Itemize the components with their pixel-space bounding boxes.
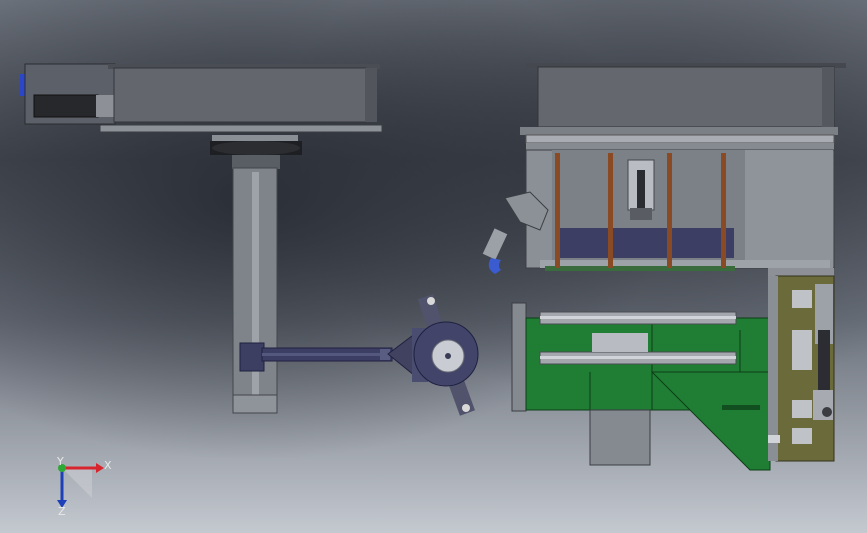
coordinate-triad: X Y Z <box>56 455 112 518</box>
center-cylinder <box>627 159 655 220</box>
cad-viewport[interactable]: X Y Z <box>0 0 867 533</box>
drive-motor <box>20 63 116 125</box>
right-assembly[interactable] <box>482 63 846 471</box>
side-column <box>768 268 835 462</box>
top-housing <box>99 64 383 133</box>
assembly-drawing[interactable]: X Y Z <box>0 0 867 533</box>
main-frame <box>525 149 835 271</box>
vertical-column <box>232 167 278 414</box>
horizontal-arm <box>261 347 393 362</box>
top-hopper <box>520 63 846 151</box>
green-base <box>511 302 771 471</box>
y-axis-label: Y <box>56 455 64 468</box>
bearing-flange <box>210 135 302 169</box>
z-axis-label: Z <box>58 505 66 518</box>
left-assembly[interactable] <box>20 63 479 416</box>
rotary-gripper-head <box>387 294 479 416</box>
x-axis-label: X <box>104 459 112 472</box>
